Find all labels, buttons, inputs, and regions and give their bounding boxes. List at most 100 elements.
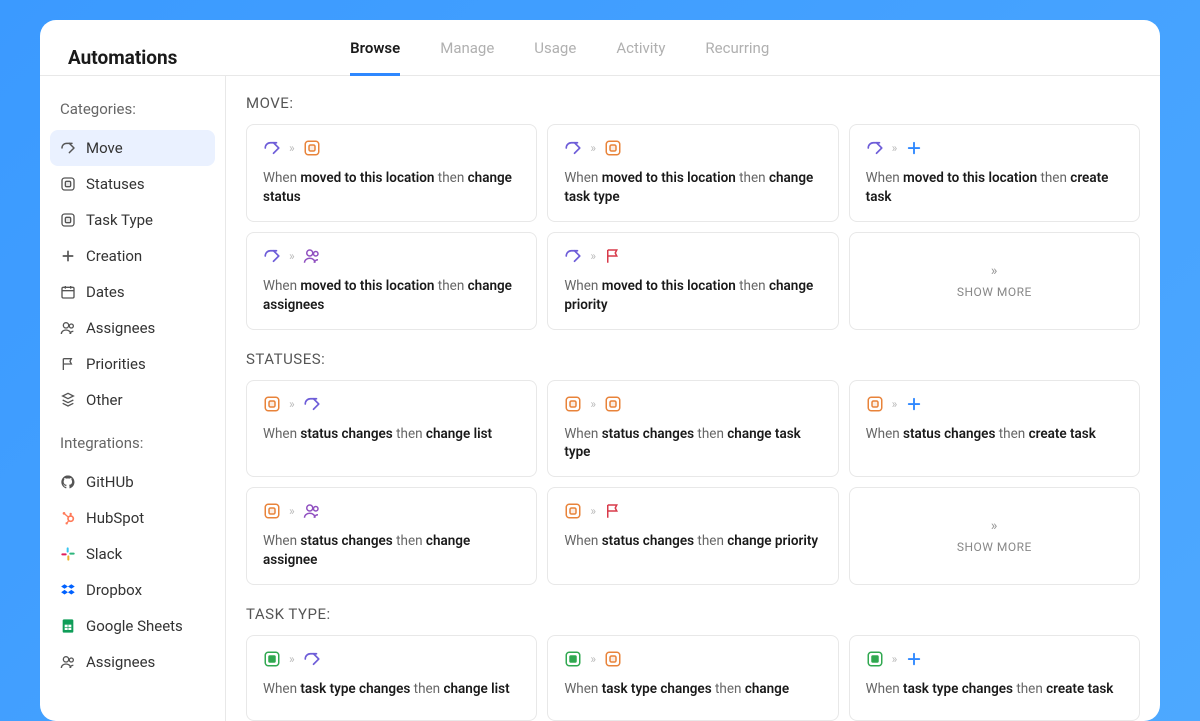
status-icon xyxy=(263,395,281,413)
chevron-right-icon: » xyxy=(991,263,998,279)
group-title: MOVE: xyxy=(246,94,1140,112)
sidebar-item-label: HubSpot xyxy=(86,509,144,527)
share-icon xyxy=(60,140,76,156)
arrow-icon xyxy=(303,650,321,668)
other-icon xyxy=(60,392,76,408)
sidebar-item-label: Dropbox xyxy=(86,581,142,599)
chevron-right-icon: » xyxy=(892,397,898,411)
sidebar-item-label: Other xyxy=(86,391,123,409)
automation-card[interactable]: »When status changes then change assigne… xyxy=(246,487,537,585)
plus-icon xyxy=(905,139,923,157)
people-icon xyxy=(303,502,321,520)
sidebar: Categories: MoveStatusesTask TypeCreatio… xyxy=(40,76,226,721)
sidebar-item-label: Assignees xyxy=(86,653,155,671)
card-icons: » xyxy=(564,395,821,413)
arrow-icon xyxy=(263,247,281,265)
card-description: When moved to this location then change … xyxy=(564,277,821,315)
sidebar-integration-assignees[interactable]: Assignees xyxy=(50,644,215,680)
sidebar-item-label: GitHUb xyxy=(86,473,134,491)
plus-icon xyxy=(60,248,76,264)
card-grid: »When status changes then change list»Wh… xyxy=(246,380,1140,586)
sidebar-item-move[interactable]: Move xyxy=(50,130,215,166)
sheets-icon xyxy=(60,618,76,634)
chevron-right-icon: » xyxy=(590,141,596,155)
arrow-icon xyxy=(263,139,281,157)
sidebar-integration-google-sheets[interactable]: Google Sheets xyxy=(50,608,215,644)
card-icons: » xyxy=(564,139,821,157)
automation-card[interactable]: » When moved to this location then change… xyxy=(246,232,537,330)
automation-card[interactable]: »When moved to this location then change… xyxy=(246,124,537,222)
flag-icon xyxy=(604,247,622,265)
sidebar-item-label: Slack xyxy=(86,545,122,563)
sidebar-item-task-type[interactable]: Task Type xyxy=(50,202,215,238)
sidebar-item-creation[interactable]: Creation xyxy=(50,238,215,274)
status-icon xyxy=(564,395,582,413)
plus-icon xyxy=(905,395,923,413)
show-more-button[interactable]: »SHOW MORE xyxy=(849,232,1140,330)
automation-card[interactable]: » When moved to this location then change… xyxy=(547,232,838,330)
sidebar-item-label: Statuses xyxy=(86,175,145,193)
card-icons: » xyxy=(564,247,821,265)
automation-card[interactable]: »When task type changes then change xyxy=(547,635,838,721)
chevron-right-icon: » xyxy=(289,504,295,518)
show-more-button[interactable]: » SHOW MORE xyxy=(849,487,1140,585)
sidebar-integration-github[interactable]: GitHUb xyxy=(50,464,215,500)
sidebar-item-statuses[interactable]: Statuses xyxy=(50,166,215,202)
sidebar-integration-dropbox[interactable]: Dropbox xyxy=(50,572,215,608)
assignees-icon xyxy=(60,654,76,670)
card-description: When moved to this location then change … xyxy=(263,277,520,315)
page-title: Automations xyxy=(68,46,177,69)
card-description: When moved to this location then change … xyxy=(263,169,520,207)
automation-card[interactable]: »When moved to this location then change… xyxy=(547,124,838,222)
status-icon xyxy=(564,502,582,520)
card-icons: » xyxy=(263,502,520,520)
chevron-right-icon: » xyxy=(892,652,898,666)
tab-usage[interactable]: Usage xyxy=(534,39,576,76)
sidebar-item-assignees[interactable]: Assignees xyxy=(50,310,215,346)
sidebar-item-label: Task Type xyxy=(86,211,153,229)
arrow-icon xyxy=(564,247,582,265)
people-icon xyxy=(60,320,76,336)
app-window: Automations Browse Manage Usage Activity Rec… xyxy=(40,20,1160,721)
chevron-right-icon: » xyxy=(590,504,596,518)
card-description: When task type changes then change list xyxy=(263,680,520,699)
card-description: When status changes then change task typ… xyxy=(564,425,821,463)
chevron-right-icon: » xyxy=(590,397,596,411)
plus-icon xyxy=(905,650,923,668)
tab-recurring[interactable]: Recurring xyxy=(705,39,769,76)
tabs: Browse Manage Usage Activity Recurring xyxy=(350,39,769,76)
sidebar-integration-hubspot[interactable]: HubSpot xyxy=(50,500,215,536)
automation-card[interactable]: »When status changes then change priorit… xyxy=(547,487,838,585)
tab-activity[interactable]: Activity xyxy=(616,39,665,76)
flag-icon xyxy=(604,502,622,520)
automation-card[interactable]: »When task type changes then create task xyxy=(849,635,1140,721)
tab-manage[interactable]: Manage xyxy=(440,39,494,76)
card-icons: » xyxy=(866,650,1123,668)
chevron-right-icon: » xyxy=(991,518,998,534)
sidebar-integration-slack[interactable]: Slack xyxy=(50,536,215,572)
slack-icon xyxy=(60,546,76,562)
chevron-right-icon: » xyxy=(289,652,295,666)
tab-browse[interactable]: Browse xyxy=(350,39,400,76)
status-icon xyxy=(604,395,622,413)
automation-card[interactable]: »When status changes then create task xyxy=(849,380,1140,478)
show-more-label: SHOW MORE xyxy=(957,540,1032,554)
tasktype-icon xyxy=(564,650,582,668)
card-icons: » xyxy=(263,247,520,265)
chevron-right-icon: » xyxy=(892,141,898,155)
people-icon xyxy=(303,247,321,265)
arrow-icon xyxy=(303,395,321,413)
sidebar-item-label: Assignees xyxy=(86,319,155,337)
automation-card[interactable]: » When task type changes then change list xyxy=(246,635,537,721)
automation-card[interactable]: »When status changes then change list xyxy=(246,380,537,478)
sidebar-item-other[interactable]: Other xyxy=(50,382,215,418)
status-icon xyxy=(303,139,321,157)
sidebar-item-dates[interactable]: Dates xyxy=(50,274,215,310)
chevron-right-icon: » xyxy=(289,249,295,263)
hubspot-icon xyxy=(60,510,76,526)
card-icons: » xyxy=(263,650,520,668)
sidebar-item-priorities[interactable]: Priorities xyxy=(50,346,215,382)
sidebar-item-label: Move xyxy=(86,139,123,157)
automation-card[interactable]: »When moved to this location then create… xyxy=(849,124,1140,222)
automation-card[interactable]: » When status changes then change task ty… xyxy=(547,380,838,478)
